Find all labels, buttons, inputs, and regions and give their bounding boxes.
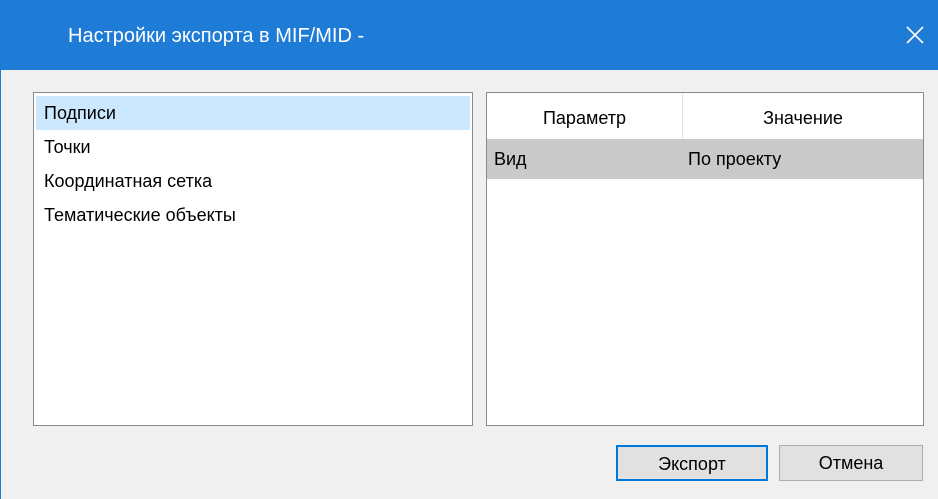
close-button[interactable] xyxy=(892,0,938,70)
category-list[interactable]: Подписи Точки Координатная сетка Тематич… xyxy=(33,92,473,426)
category-item-points[interactable]: Точки xyxy=(36,130,470,164)
row-parameter-cell: Вид xyxy=(494,149,527,169)
category-item-labels[interactable]: Подписи xyxy=(36,96,470,130)
cancel-button[interactable]: Отмена xyxy=(779,445,923,481)
table-row[interactable]: Вид По проекту xyxy=(487,139,923,179)
properties-grid[interactable]: Параметр Значение Вид По проекту xyxy=(486,92,924,426)
title-bar[interactable]: Настройки экспорта в MIF/MID - xyxy=(1,0,938,70)
row-value-cell[interactable]: По проекту xyxy=(688,139,781,179)
close-icon xyxy=(906,26,924,44)
properties-header: Параметр Значение xyxy=(487,93,923,139)
column-header-value[interactable]: Значение xyxy=(683,93,923,139)
export-button[interactable]: Экспорт xyxy=(616,445,768,481)
category-item-thematic-objects[interactable]: Тематические объекты xyxy=(36,198,470,232)
column-header-parameter[interactable]: Параметр xyxy=(487,93,683,139)
dialog-title: Настройки экспорта в MIF/MID - xyxy=(68,25,365,47)
category-item-coordinate-grid[interactable]: Координатная сетка xyxy=(36,164,470,198)
export-settings-dialog: Настройки экспорта в MIF/MID - Подписи Т… xyxy=(0,0,938,499)
